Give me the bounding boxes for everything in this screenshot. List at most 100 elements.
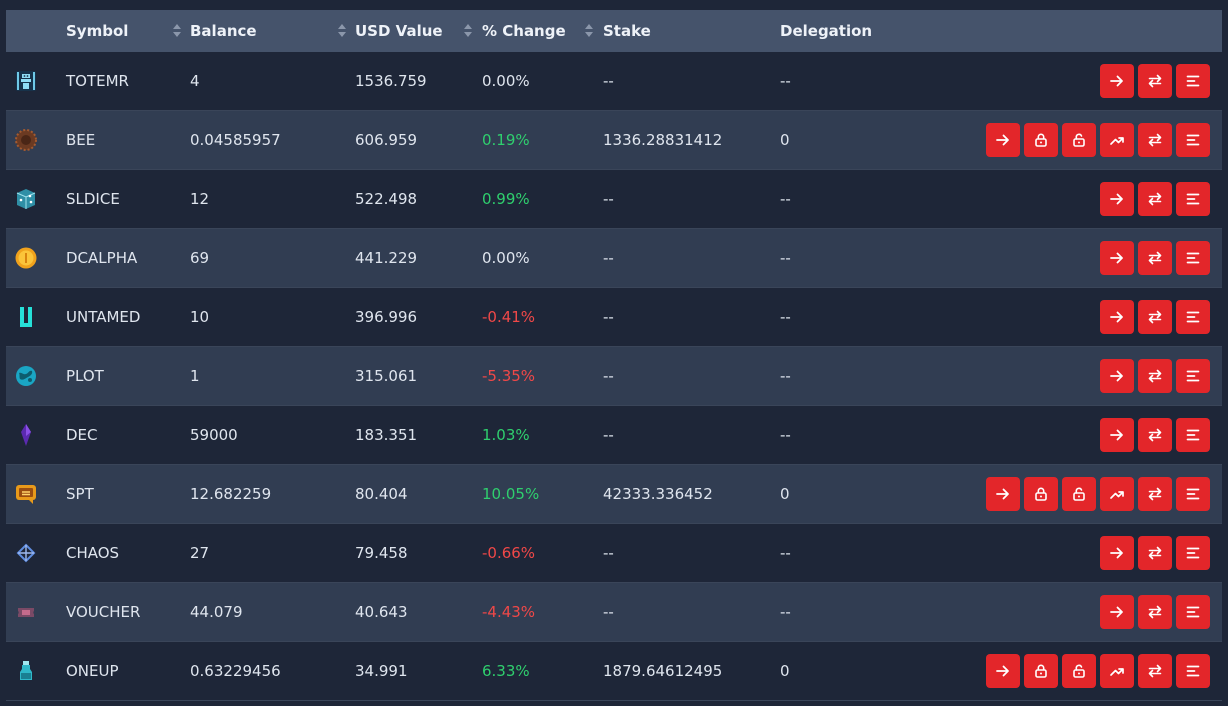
history-button[interactable] — [1176, 536, 1210, 570]
history-button[interactable] — [1176, 182, 1210, 216]
stake-button[interactable] — [1024, 123, 1058, 157]
menu-icon — [1184, 308, 1202, 326]
transfer-arrow-icon — [994, 131, 1012, 149]
swap-button[interactable] — [1138, 477, 1172, 511]
transfer-button[interactable] — [1100, 359, 1134, 393]
token-usd-value: 183.351 — [355, 426, 418, 444]
unlock-icon — [1070, 662, 1088, 680]
token-stake: -- — [603, 72, 614, 90]
table-row: VOUCHER 44.079 40.643 -4.43% -- -- — [6, 583, 1222, 642]
token-delegation: 0 — [780, 131, 790, 149]
unstake-button[interactable] — [1062, 654, 1096, 688]
transfer-arrow-icon — [994, 485, 1012, 503]
token-delegation: 0 — [780, 662, 790, 680]
untamed-icon — [14, 305, 38, 329]
trend-up-icon — [1108, 662, 1126, 680]
history-button[interactable] — [1176, 359, 1210, 393]
token-balance: 0.63229456 — [190, 662, 281, 680]
stake-button[interactable] — [1024, 477, 1058, 511]
transfer-button[interactable] — [1100, 418, 1134, 452]
swap-button[interactable] — [1138, 241, 1172, 275]
header-delegation: Delegation — [780, 22, 873, 40]
history-button[interactable] — [1176, 123, 1210, 157]
trend-up-icon — [1108, 131, 1126, 149]
history-button[interactable] — [1176, 300, 1210, 334]
swap-icon — [1146, 308, 1164, 326]
sort-icon[interactable] — [464, 23, 472, 39]
swap-button[interactable] — [1138, 123, 1172, 157]
menu-icon — [1184, 544, 1202, 562]
token-usd-value: 396.996 — [355, 308, 418, 326]
row-actions — [986, 654, 1210, 688]
token-change: 0.99% — [482, 190, 530, 208]
menu-icon — [1184, 367, 1202, 385]
swap-button[interactable] — [1138, 182, 1172, 216]
token-balance: 10 — [190, 308, 210, 326]
history-button[interactable] — [1176, 241, 1210, 275]
chaos-icon — [14, 541, 38, 565]
unstake-button[interactable] — [1062, 477, 1096, 511]
transfer-arrow-icon — [1108, 426, 1126, 444]
token-stake: -- — [603, 603, 614, 621]
row-actions — [986, 123, 1210, 157]
transfer-button[interactable] — [986, 654, 1020, 688]
token-usd-value: 315.061 — [355, 367, 418, 385]
sort-icon[interactable] — [585, 23, 593, 39]
swap-button[interactable] — [1138, 418, 1172, 452]
transfer-button[interactable] — [1100, 182, 1134, 216]
token-stake: -- — [603, 426, 614, 444]
history-button[interactable] — [1176, 418, 1210, 452]
transfer-arrow-icon — [1108, 308, 1126, 326]
table-row: SLDICE 12 522.498 0.99% -- -- — [6, 170, 1222, 229]
header-stake[interactable]: Stake — [603, 10, 651, 52]
header-usd-value[interactable]: USD Value — [355, 10, 443, 52]
swap-button[interactable] — [1138, 654, 1172, 688]
swap-icon — [1146, 72, 1164, 90]
header-change[interactable]: % Change — [482, 10, 566, 52]
token-symbol: PLOT — [66, 367, 104, 385]
history-button[interactable] — [1176, 595, 1210, 629]
swap-button[interactable] — [1138, 300, 1172, 334]
sort-icon[interactable] — [338, 23, 346, 39]
table-row: DCALPHA 69 441.229 0.00% -- -- — [6, 229, 1222, 288]
table-row: BEE 0.04585957 606.959 0.19% 1336.28831412 0 — [6, 111, 1222, 170]
token-change: -4.43% — [482, 603, 536, 621]
header-symbol[interactable]: Symbol — [66, 10, 128, 52]
transfer-button[interactable] — [1100, 300, 1134, 334]
swap-button[interactable] — [1138, 595, 1172, 629]
token-change: -0.41% — [482, 308, 536, 326]
token-symbol: VOUCHER — [66, 603, 141, 621]
transfer-button[interactable] — [1100, 241, 1134, 275]
transfer-arrow-icon — [1108, 367, 1126, 385]
delegate-button[interactable] — [1100, 477, 1134, 511]
sort-icon[interactable] — [173, 23, 181, 39]
header-balance[interactable]: Balance — [190, 10, 257, 52]
token-change: 0.19% — [482, 131, 530, 149]
history-button[interactable] — [1176, 477, 1210, 511]
coin-icon — [14, 246, 38, 270]
delegate-button[interactable] — [1100, 123, 1134, 157]
unstake-button[interactable] — [1062, 123, 1096, 157]
token-symbol: SPT — [66, 485, 94, 503]
transfer-button[interactable] — [986, 123, 1020, 157]
lock-icon — [1032, 131, 1050, 149]
history-button[interactable] — [1176, 64, 1210, 98]
stake-button[interactable] — [1024, 654, 1058, 688]
transfer-button[interactable] — [986, 477, 1020, 511]
menu-icon — [1184, 131, 1202, 149]
swap-button[interactable] — [1138, 64, 1172, 98]
transfer-button[interactable] — [1100, 64, 1134, 98]
token-balance: 44.079 — [190, 603, 243, 621]
delegate-button[interactable] — [1100, 654, 1134, 688]
token-change: 0.00% — [482, 72, 530, 90]
row-actions — [1100, 64, 1210, 98]
transfer-button[interactable] — [1100, 595, 1134, 629]
table-row: ONEUP 0.63229456 34.991 6.33% 1879.64612495 0 — [6, 642, 1222, 701]
token-symbol: ONEUP — [66, 662, 119, 680]
token-delegation: 0 — [780, 485, 790, 503]
swap-button[interactable] — [1138, 359, 1172, 393]
history-button[interactable] — [1176, 654, 1210, 688]
transfer-button[interactable] — [1100, 536, 1134, 570]
swap-button[interactable] — [1138, 536, 1172, 570]
swap-icon — [1146, 190, 1164, 208]
